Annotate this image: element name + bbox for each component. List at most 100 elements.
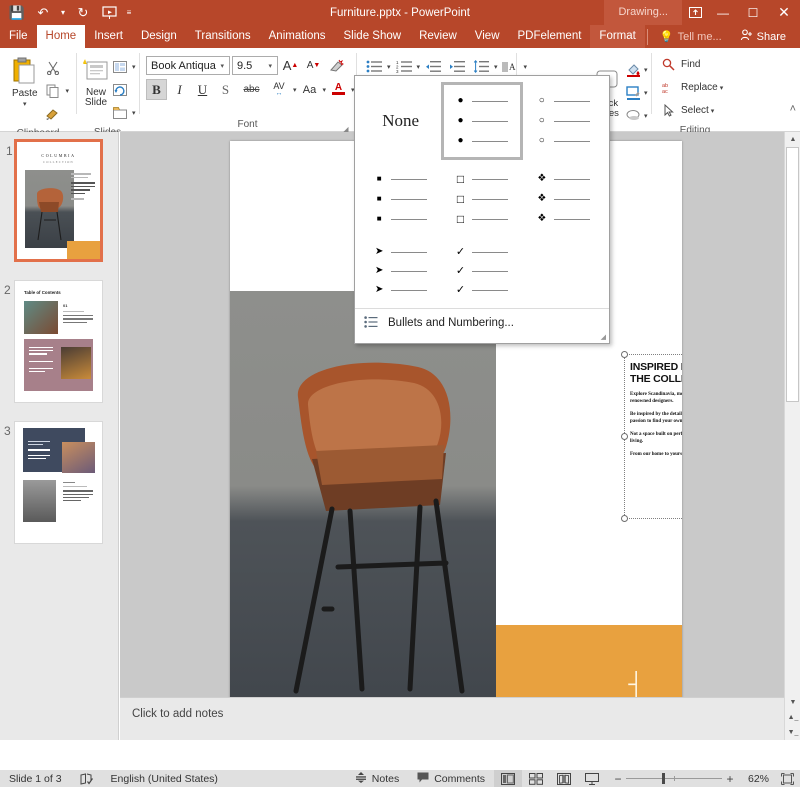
increase-font-size-icon[interactable]: A ▲ bbox=[280, 55, 301, 76]
font-family-combo[interactable]: Book Antiqua ▾ bbox=[146, 56, 230, 75]
undo-dropdown-icon[interactable]: ▾ bbox=[56, 2, 70, 24]
shape-fill-icon[interactable] bbox=[625, 59, 642, 80]
share-button[interactable]: Share bbox=[732, 29, 794, 44]
font-family-caret-icon[interactable]: ▾ bbox=[217, 62, 227, 70]
strikethrough-button[interactable]: abc bbox=[238, 79, 265, 100]
scrollbar-thumb[interactable] bbox=[786, 147, 799, 402]
reset-icon[interactable] bbox=[109, 79, 130, 100]
zoom-out-button[interactable]: − bbox=[610, 772, 626, 786]
undo-icon[interactable]: ↶ bbox=[30, 2, 56, 24]
change-case-caret-icon[interactable]: ▾ bbox=[323, 86, 327, 94]
paste-button[interactable]: Paste ▾ bbox=[7, 53, 42, 108]
cut-icon[interactable] bbox=[42, 57, 63, 78]
view-normal-button[interactable] bbox=[493, 770, 522, 787]
select-button[interactable]: Select ▾ bbox=[658, 100, 714, 121]
resize-grip-icon[interactable]: ◢ bbox=[601, 333, 606, 341]
bullet-option-hollow-round[interactable]: ○ ○ ○ bbox=[523, 82, 604, 160]
bullet-option-none[interactable]: None bbox=[360, 82, 441, 160]
fit-slide-button[interactable] bbox=[775, 770, 800, 787]
bullets-and-numbering-item[interactable]: Bullets and Numbering... bbox=[355, 309, 609, 337]
notes-button[interactable]: Notes bbox=[346, 770, 408, 787]
tab-review[interactable]: Review bbox=[410, 25, 466, 48]
next-slide-button[interactable]: ▼_ bbox=[785, 725, 800, 740]
tab-insert[interactable]: Insert bbox=[85, 25, 132, 48]
character-spacing-button[interactable]: AV ↔ bbox=[267, 79, 291, 100]
increase-indent-button[interactable] bbox=[446, 56, 468, 77]
shape-fill-caret-icon[interactable]: ▾ bbox=[644, 66, 648, 74]
slide-number-status[interactable]: Slide 1 of 3 bbox=[0, 770, 71, 787]
shape-effects-icon[interactable] bbox=[625, 105, 642, 126]
shape-outline-icon[interactable] bbox=[625, 82, 642, 103]
format-painter-icon[interactable] bbox=[42, 103, 63, 124]
zoom-slider[interactable]: − + bbox=[606, 770, 742, 787]
start-slideshow-icon[interactable] bbox=[96, 2, 122, 24]
bullet-option-arrow[interactable]: ➤ ➤ ➤ bbox=[360, 238, 441, 304]
underline-button[interactable]: U bbox=[192, 79, 213, 100]
new-slide-button[interactable]: New Slide bbox=[83, 53, 109, 108]
notes-pane[interactable]: Click to add notes bbox=[120, 697, 784, 740]
zoom-slider-handle[interactable] bbox=[661, 773, 665, 784]
slide-thumbnail-pane[interactable]: 1 COLUMBIA COLLECTION 2 Table of Content… bbox=[0, 132, 119, 740]
font-color-button[interactable]: A bbox=[328, 79, 349, 100]
slide-textbox-placeholder[interactable]: INSPIRED BY THE COLLECTIVE. Explore Scan… bbox=[621, 351, 682, 522]
view-slideshow-button[interactable] bbox=[578, 770, 606, 787]
shape-effects-caret-icon[interactable]: ▾ bbox=[644, 112, 648, 120]
close-button[interactable]: ✕ bbox=[768, 0, 800, 25]
scroll-up-button[interactable]: ▲ bbox=[785, 132, 800, 147]
scroll-down-button[interactable]: ▼ bbox=[785, 695, 800, 710]
copy-icon[interactable] bbox=[42, 80, 63, 101]
tab-pdfelement[interactable]: PDFelement bbox=[509, 25, 591, 48]
view-slide-sorter-button[interactable] bbox=[522, 770, 550, 787]
tab-slide-show[interactable]: Slide Show bbox=[335, 25, 411, 48]
bullet-option-filled-square[interactable]: ■ ■ ■ bbox=[360, 160, 441, 238]
tab-design[interactable]: Design bbox=[132, 25, 186, 48]
vertical-scrollbar[interactable]: ▲ ▼ ▲_ ▼_ bbox=[784, 132, 800, 740]
section-caret-icon[interactable]: ▾ bbox=[132, 109, 136, 117]
tab-format[interactable]: Format bbox=[590, 25, 645, 48]
font-size-combo[interactable]: 9.5 ▾ bbox=[232, 56, 278, 75]
shape-outline-caret-icon[interactable]: ▾ bbox=[644, 89, 648, 97]
tell-me-box[interactable]: 💡 Tell me... bbox=[652, 30, 730, 44]
bold-button[interactable]: B bbox=[146, 79, 167, 100]
replace-button[interactable]: ab ac Replace ▾ bbox=[658, 77, 724, 98]
slide-photo[interactable] bbox=[230, 291, 496, 725]
italic-button[interactable]: I bbox=[169, 79, 190, 100]
tab-transitions[interactable]: Transitions bbox=[186, 25, 260, 48]
numbering-caret-icon[interactable]: ▾ bbox=[417, 63, 421, 71]
bullet-option-star[interactable]: ❖ ❖ ❖ bbox=[523, 160, 604, 238]
spell-check-status[interactable] bbox=[71, 770, 102, 787]
bullets-button[interactable] bbox=[363, 56, 385, 77]
language-status[interactable]: English (United States) bbox=[102, 770, 227, 787]
text-shadow-button[interactable]: S bbox=[215, 79, 236, 100]
redo-icon[interactable]: ↻ bbox=[70, 2, 96, 24]
change-case-button[interactable]: Aa bbox=[299, 79, 321, 100]
layout-caret-icon[interactable]: ▾ bbox=[132, 63, 136, 71]
replace-caret-icon[interactable]: ▾ bbox=[720, 84, 724, 92]
character-spacing-caret-icon[interactable]: ▾ bbox=[293, 86, 297, 94]
ribbon-display-options-icon[interactable] bbox=[682, 0, 708, 25]
zoom-level-label[interactable]: 62% bbox=[742, 770, 775, 787]
bullet-option-filled-round[interactable]: ● ● ● bbox=[441, 82, 523, 160]
tab-animations[interactable]: Animations bbox=[260, 25, 335, 48]
section-icon[interactable] bbox=[109, 102, 130, 123]
bullet-option-checkmark[interactable]: ✓ ✓ ✓ bbox=[441, 238, 522, 304]
collapse-ribbon-button[interactable]: ˄ bbox=[790, 103, 796, 115]
view-reading-button[interactable] bbox=[550, 770, 578, 787]
tab-view[interactable]: View bbox=[466, 25, 509, 48]
copy-caret-icon[interactable]: ▾ bbox=[65, 87, 69, 95]
resize-handle-top-left[interactable] bbox=[621, 351, 628, 358]
find-button[interactable]: Find bbox=[658, 54, 700, 75]
decrease-indent-button[interactable] bbox=[422, 56, 444, 77]
resize-handle-bottom-left[interactable] bbox=[621, 515, 628, 522]
decrease-font-size-icon[interactable]: A ▼ bbox=[303, 55, 324, 76]
bullet-option-hollow-square[interactable]: □ □ □ bbox=[441, 160, 522, 238]
slide-thumbnail-3[interactable]: 3 bbox=[4, 421, 103, 544]
clear-formatting-icon[interactable] bbox=[326, 55, 347, 76]
tab-home[interactable]: Home bbox=[36, 25, 86, 48]
minimize-button[interactable]: — bbox=[708, 0, 738, 25]
previous-slide-button[interactable]: ▲_ bbox=[785, 710, 800, 725]
bullets-caret-icon[interactable]: ▾ bbox=[387, 63, 391, 71]
layout-icon[interactable] bbox=[109, 56, 130, 77]
numbering-button[interactable]: 123 bbox=[393, 56, 415, 77]
maximize-button[interactable]: ☐ bbox=[738, 0, 768, 25]
